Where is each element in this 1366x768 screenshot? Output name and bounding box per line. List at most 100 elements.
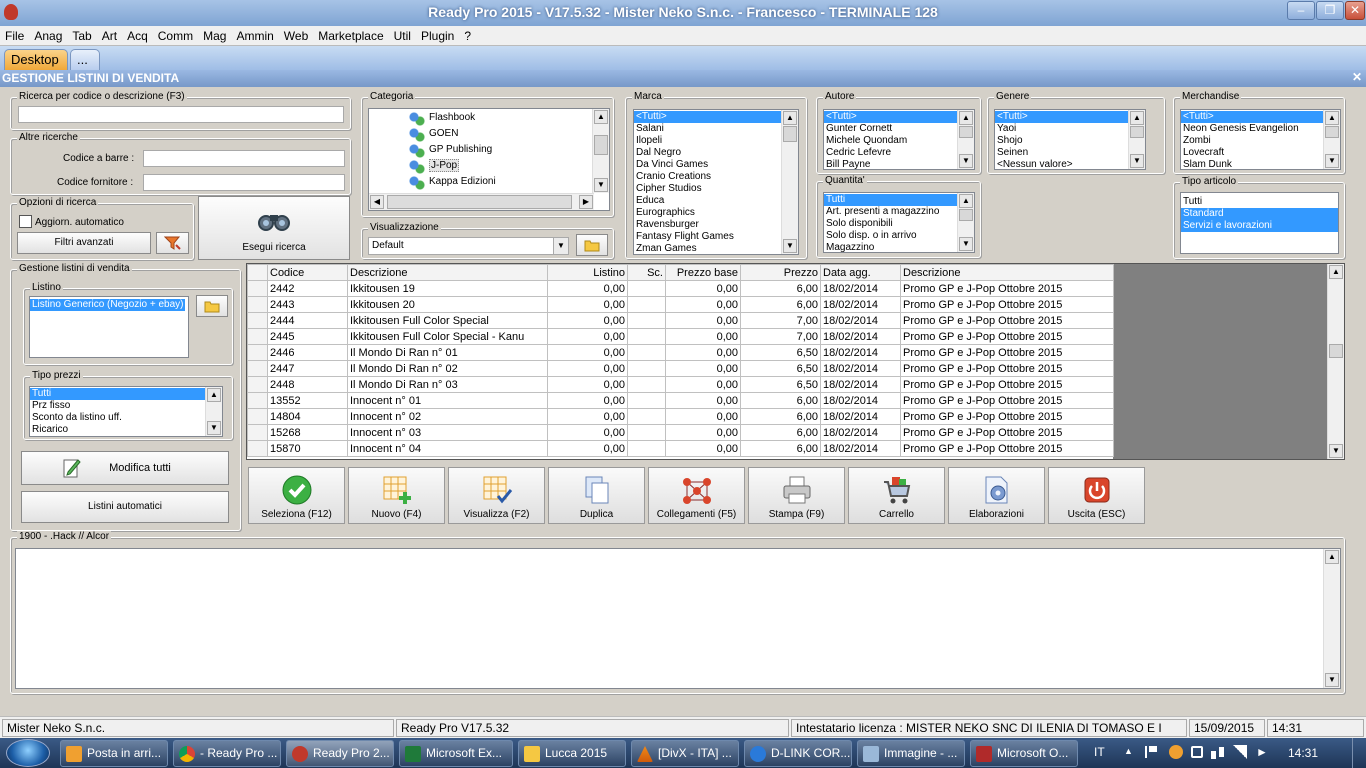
nuovo-button[interactable]: Nuovo (F4) — [348, 467, 445, 524]
list-item[interactable]: Lovecraft — [1181, 147, 1340, 159]
barcode-input[interactable] — [143, 150, 345, 167]
col-header-descrizione-promo[interactable]: Descrizione — [900, 264, 1114, 281]
list-item[interactable]: Zman Games — [634, 243, 798, 254]
row-selector[interactable] — [247, 392, 268, 409]
listini-table[interactable]: Codice Descrizione Listino Sc. Prezzo ba… — [246, 263, 1345, 460]
table-row[interactable]: 2447 Il Mondo Di Ran n° 02 0,00 0,00 6,50 18/… — [247, 360, 1114, 377]
scroll-thumb[interactable] — [594, 135, 608, 155]
scroll-up-icon[interactable]: ▲ — [959, 194, 973, 208]
genere-list[interactable]: <Tutti> Yaoi Shojo Seinen <Nessun valore… — [994, 109, 1146, 170]
scroll-down-icon[interactable]: ▼ — [594, 178, 608, 192]
list-item[interactable]: Magazzino — [824, 242, 974, 252]
menu-web[interactable]: Web — [279, 26, 313, 43]
menu-acq[interactable]: Acq — [122, 26, 153, 43]
uscita-button[interactable]: Uscita (ESC) — [1048, 467, 1145, 524]
merchandise-list[interactable]: <Tutti> Neon Genesis Evangelion Zombi Lo… — [1180, 109, 1341, 170]
supplier-code-input[interactable] — [143, 174, 345, 191]
list-item[interactable]: Michele Quondam — [824, 135, 974, 147]
scroll-down-icon[interactable]: ▼ — [1130, 154, 1144, 168]
genere-scrollbar[interactable]: ▲ ▼ — [1128, 110, 1145, 169]
menu-tab[interactable]: Tab — [67, 26, 96, 43]
list-item[interactable]: Ravensburger — [634, 219, 798, 231]
row-selector[interactable] — [247, 280, 268, 297]
visualizza-button[interactable]: Visualizza (F2) — [448, 467, 545, 524]
scroll-left-icon[interactable]: ◀ — [370, 195, 384, 209]
list-item[interactable]: Eurographics — [634, 207, 798, 219]
autore-scrollbar[interactable]: ▲ ▼ — [957, 110, 974, 169]
list-item[interactable]: Salani — [634, 123, 798, 135]
taskbar-item-divx[interactable]: [DivX - ITA] ... — [631, 740, 739, 767]
row-selector[interactable] — [247, 440, 268, 457]
list-item[interactable]: Yaoi — [995, 123, 1145, 135]
tray-app-icon[interactable] — [1169, 745, 1183, 759]
scroll-thumb[interactable] — [959, 126, 973, 138]
scroll-thumb[interactable] — [959, 209, 973, 221]
scroll-up-icon[interactable]: ▲ — [1325, 111, 1339, 125]
list-item[interactable]: Tutti — [1181, 196, 1338, 208]
menu-file[interactable]: File — [0, 26, 29, 43]
grid-scrollbar[interactable]: ▲ ▼ — [1327, 264, 1344, 459]
maximize-button[interactable]: ❐ — [1316, 1, 1344, 20]
table-row[interactable]: 2448 Il Mondo Di Ran n° 03 0,00 0,00 6,50 18/… — [247, 376, 1114, 393]
scroll-thumb[interactable] — [1325, 126, 1339, 138]
list-item[interactable]: Ricarico — [30, 424, 222, 436]
tray-network-icon[interactable] — [1211, 745, 1225, 759]
tree-item-gp-publishing[interactable]: GP Publishing — [409, 144, 492, 160]
listino-folder-button[interactable] — [196, 295, 228, 317]
table-row[interactable]: 2444 Ikkitousen Full Color Special 0,00 0,0… — [247, 312, 1114, 329]
tab-desktop[interactable]: Desktop — [4, 49, 68, 70]
menu-anag[interactable]: Anag — [29, 26, 67, 43]
list-item[interactable]: Cranio Creations — [634, 171, 798, 183]
list-item[interactable]: Da Vinci Games — [634, 159, 798, 171]
categoria-tree[interactable]: Flashbook GOEN GP Publishing J-Pop Kappa… — [368, 108, 610, 211]
taskbar-item-immagine[interactable]: Immagine - ... — [857, 740, 965, 767]
modifica-tutti-button[interactable]: Modifica tutti — [21, 451, 229, 485]
menu-mag[interactable]: Mag — [198, 26, 231, 43]
notes-textarea[interactable]: ▲ ▼ — [15, 548, 1341, 689]
close-button[interactable]: ✕ — [1345, 1, 1365, 20]
scroll-right-icon[interactable]: ▶ — [579, 195, 593, 209]
merchandise-scrollbar[interactable]: ▲ ▼ — [1323, 110, 1340, 169]
list-item[interactable]: <Tutti> — [824, 111, 957, 123]
menu-marketplace[interactable]: Marketplace — [313, 26, 388, 43]
list-item[interactable]: Shojo — [995, 135, 1145, 147]
taskbar-clock[interactable]: 14:31 — [1288, 746, 1318, 760]
col-header-data-agg[interactable]: Data agg. — [820, 264, 901, 281]
visualizzazione-folder-button[interactable] — [576, 234, 608, 256]
filter-funnel-button[interactable] — [156, 232, 189, 254]
tipo-prezzi-scrollbar[interactable]: ▲ ▼ — [205, 387, 222, 436]
scroll-up-icon[interactable]: ▲ — [207, 388, 221, 402]
notes-scrollbar[interactable]: ▲ ▼ — [1323, 549, 1340, 688]
list-item[interactable]: <Tutti> — [1181, 111, 1323, 123]
tab-more[interactable]: ... — [70, 49, 100, 70]
tray-window-icon[interactable] — [1191, 746, 1203, 758]
scroll-up-icon[interactable]: ▲ — [783, 111, 797, 125]
row-selector[interactable] — [247, 408, 268, 425]
table-row[interactable]: 14804 Innocent n° 02 0,00 0,00 6,00 18/02/201… — [247, 408, 1114, 425]
tree-item-goen[interactable]: GOEN — [409, 128, 458, 144]
scroll-up-icon[interactable]: ▲ — [1329, 265, 1343, 279]
categoria-hscrollbar[interactable]: ◀ ▶ — [369, 193, 594, 210]
table-row[interactable]: 13552 Innocent n° 01 0,00 0,00 6,00 18/02/201… — [247, 392, 1114, 409]
col-header-listino[interactable]: Listino — [547, 264, 628, 281]
scroll-up-icon[interactable]: ▲ — [1130, 111, 1144, 125]
table-row[interactable]: 2442 Ikkitousen 19 0,00 0,00 6,00 18/02/2014 P… — [247, 280, 1114, 297]
taskbar-item-readypro[interactable]: Ready Pro 2... — [286, 740, 394, 767]
stampa-button[interactable]: Stampa (F9) — [748, 467, 845, 524]
row-selector[interactable] — [247, 376, 268, 393]
scroll-down-icon[interactable]: ▼ — [1325, 673, 1339, 687]
scroll-down-icon[interactable]: ▼ — [207, 421, 221, 435]
table-row[interactable]: 2446 Il Mondo Di Ran n° 01 0,00 0,00 6,50 18/… — [247, 344, 1114, 361]
menu-art[interactable]: Art — [97, 26, 122, 43]
menu-ammin[interactable]: Ammin — [231, 26, 278, 43]
carrello-button[interactable]: Carrello — [848, 467, 945, 524]
taskbar-item-chrome[interactable]: - Ready Pro ... — [173, 740, 281, 767]
collegamenti-button[interactable]: Collegamenti (F5) — [648, 467, 745, 524]
scroll-thumb[interactable] — [783, 126, 797, 142]
list-item[interactable]: <Tutti> — [634, 111, 781, 123]
taskbar-item-excel[interactable]: Microsoft Ex... — [399, 740, 513, 767]
scroll-down-icon[interactable]: ▼ — [959, 154, 973, 168]
col-header-descrizione[interactable]: Descrizione — [347, 264, 548, 281]
tree-item-j-pop[interactable]: J-Pop — [409, 159, 460, 176]
minimize-button[interactable]: – — [1287, 1, 1315, 20]
